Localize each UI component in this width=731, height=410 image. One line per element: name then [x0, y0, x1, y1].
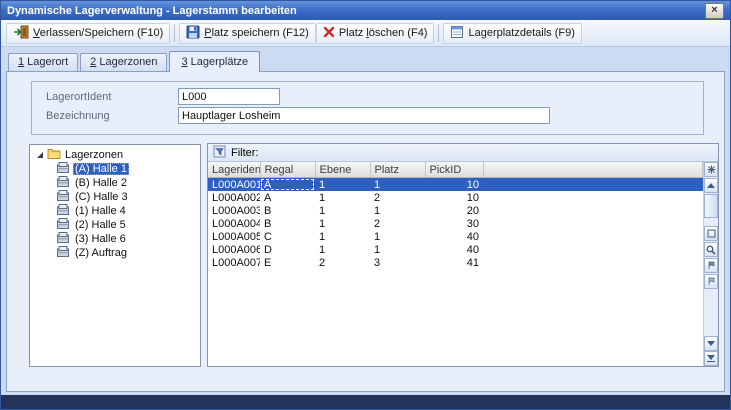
delete-icon	[323, 26, 335, 41]
zone-icon	[57, 232, 69, 246]
place-details-button[interactable]: Lagerplatzdetails (F9)	[443, 23, 581, 44]
table-row[interactable]: L000A001 A 1 1 10	[208, 178, 703, 192]
close-button[interactable]: ×	[705, 3, 724, 19]
scroll-up-button[interactable]	[704, 178, 718, 193]
column-header-ebene[interactable]: Ebene	[315, 162, 370, 178]
bookmark-prev-button[interactable]	[704, 258, 718, 273]
column-header-lagerident[interactable]: Lagerident	[208, 162, 260, 178]
exit-icon	[13, 25, 29, 42]
window-title: Dynamische Lagerverwaltung - Lagerstamm …	[7, 5, 297, 17]
tab-lagerzonen[interactable]: 2 Lagerzonen	[80, 53, 167, 71]
tree-item-halle5[interactable]: (2) Halle 5	[30, 218, 200, 232]
toolbar-separator	[438, 24, 439, 42]
filter-label: Filter:	[231, 147, 259, 159]
app-window: Dynamische Lagerverwaltung - Lagerstamm …	[0, 0, 731, 410]
folder-icon	[47, 148, 61, 162]
leave-save-button[interactable]: Verlassen/Speichern (F10)	[6, 23, 170, 44]
scroll-to-end-button[interactable]	[704, 351, 718, 366]
lagerplatz-grid: Lagerident Regal Ebene Platz PickID L000…	[208, 162, 703, 366]
grid-header-row: Lagerident Regal Ebene Platz PickID	[208, 162, 703, 178]
bookmark-next-button[interactable]	[704, 274, 718, 289]
delete-place-button[interactable]: Platz löschen (F4)	[316, 23, 435, 44]
tab-page: LagerortIdent Bezeichnung Lagerzonen (A)…	[6, 71, 725, 392]
tab-lagerort[interactable]: 1 Lagerort	[8, 53, 78, 71]
column-header-platz[interactable]: Platz	[370, 162, 425, 178]
tab-strip: 1 Lagerort 2 Lagerzonen 3 Lagerplätze	[8, 50, 262, 71]
tree-item-halle1[interactable]: (A) Halle 1	[30, 162, 200, 176]
lagerortident-field[interactable]	[178, 88, 280, 105]
tree-root[interactable]: Lagerzonen	[30, 148, 200, 162]
zone-icon	[57, 246, 69, 260]
table-row[interactable]: L000A005 C 1 1 40	[208, 230, 703, 243]
tab-lagerplaetze[interactable]: 3 Lagerplätze	[169, 51, 260, 72]
tree-item-auftrag[interactable]: (Z) Auftrag	[30, 246, 200, 260]
lagerplatz-panel: Filter: Lagerident Regal Ebene Platz Pic…	[207, 143, 719, 367]
tree-item-halle6[interactable]: (3) Halle 6	[30, 232, 200, 246]
filter-icon[interactable]	[213, 145, 226, 161]
filter-bar: Filter:	[208, 144, 718, 162]
grid-pane-button[interactable]	[704, 226, 718, 241]
bezeichnung-field[interactable]	[178, 107, 550, 124]
grid-scrollbar	[703, 162, 718, 366]
lagerortident-label: LagerortIdent	[46, 91, 111, 103]
lagerort-form: LagerortIdent Bezeichnung	[31, 81, 704, 135]
table-row[interactable]: L000A004 B 1 2 30	[208, 217, 703, 230]
table-row[interactable]: L000A006 D 1 1 40	[208, 243, 703, 256]
tree-root-label: Lagerzonen	[65, 149, 123, 161]
zoom-button[interactable]	[704, 242, 718, 257]
zone-icon	[57, 218, 69, 232]
tree-item-halle3[interactable]: (C) Halle 3	[30, 190, 200, 204]
column-header-regal[interactable]: Regal	[260, 162, 315, 178]
tree-item-halle2[interactable]: (B) Halle 2	[30, 176, 200, 190]
table-row[interactable]: L000A007 E 2 3 41	[208, 256, 703, 269]
zone-icon	[57, 162, 69, 176]
column-header-filler	[483, 162, 703, 178]
focused-cell[interactable]: A	[260, 178, 315, 192]
save-icon	[186, 25, 200, 42]
save-place-button[interactable]: Platz speichern (F12)	[179, 23, 316, 44]
column-header-pickid[interactable]: PickID	[425, 162, 483, 178]
details-icon	[450, 25, 464, 42]
zone-icon	[57, 190, 69, 204]
title-bar: Dynamische Lagerverwaltung - Lagerstamm …	[1, 1, 730, 20]
scrollbar-thumb[interactable]	[704, 194, 718, 218]
column-customize-button[interactable]	[704, 162, 718, 177]
status-bar	[1, 395, 730, 409]
zone-icon	[57, 204, 69, 218]
table-row[interactable]: L000A002 A 1 2 10	[208, 191, 703, 204]
scroll-down-button[interactable]	[704, 336, 718, 351]
lagerzonen-tree: Lagerzonen (A) Halle 1 (B) Halle 2 (C) H…	[29, 144, 201, 367]
table-row[interactable]: L000A003 B 1 1 20	[208, 204, 703, 217]
toolbar: Verlassen/Speichern (F10) Platz speicher…	[1, 20, 730, 47]
toolbar-separator	[174, 24, 175, 42]
tree-expand-icon[interactable]	[37, 152, 43, 158]
zone-icon	[57, 176, 69, 190]
tree-item-halle4[interactable]: (1) Halle 4	[30, 204, 200, 218]
bezeichnung-label: Bezeichnung	[46, 110, 110, 122]
